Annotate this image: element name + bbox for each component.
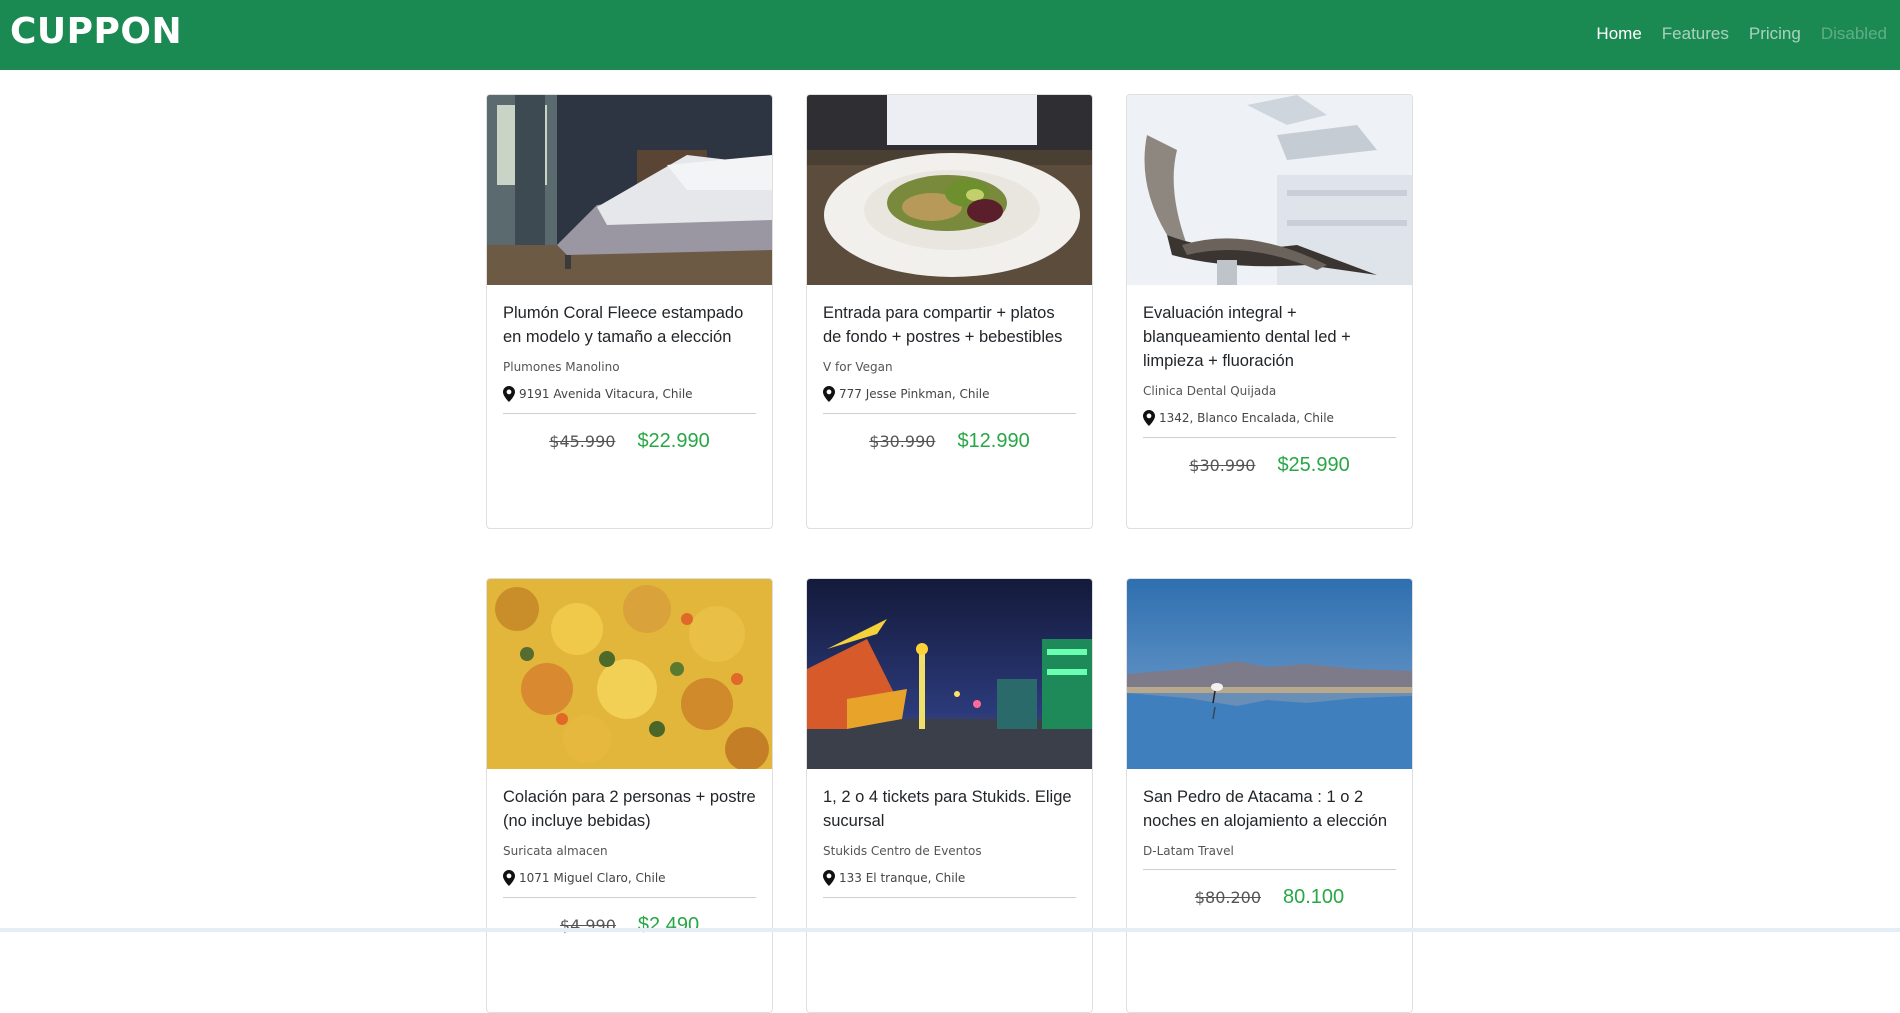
map-pin-icon bbox=[823, 870, 835, 886]
deal-location: 1071 Miguel Claro, Chile bbox=[503, 870, 756, 886]
price-row: $80.200 80.100 bbox=[1143, 886, 1396, 909]
deal-card[interactable]: Entrada para compartir + platos de fondo… bbox=[806, 94, 1093, 529]
nav-features[interactable]: Features bbox=[1662, 24, 1729, 44]
map-pin-icon bbox=[503, 870, 515, 886]
deal-location: 1342, Blanco Encalada, Chile bbox=[1143, 410, 1396, 426]
deal-title[interactable]: Colación para 2 personas + postre (no in… bbox=[503, 785, 756, 833]
deal-card[interactable]: Evaluación integral + blanqueamiento den… bbox=[1126, 94, 1413, 529]
location-text: 1071 Miguel Claro, Chile bbox=[519, 871, 666, 885]
divider bbox=[823, 897, 1076, 898]
merchant-name: D-Latam Travel bbox=[1143, 844, 1234, 858]
discount-price: $25.990 bbox=[1277, 454, 1350, 476]
deal-location: 9191 Avenida Vitacura, Chile bbox=[503, 386, 756, 402]
discount-price: $12.990 bbox=[957, 430, 1030, 452]
location-text: 1342, Blanco Encalada, Chile bbox=[1159, 411, 1334, 425]
bedroom-photo[interactable] bbox=[487, 95, 772, 285]
nav-home[interactable]: Home bbox=[1596, 24, 1641, 44]
navbar: CUPPON Home Features Pricing Disabled bbox=[0, 0, 1900, 70]
original-price: $30.990 bbox=[869, 432, 936, 451]
original-price: $30.990 bbox=[1189, 456, 1256, 475]
price-row: $30.990 $12.990 bbox=[823, 430, 1076, 453]
deal-card[interactable]: San Pedro de Atacama : 1 o 2 noches en a… bbox=[1126, 578, 1413, 1013]
original-price: $45.990 bbox=[549, 432, 616, 451]
discount-price: $22.990 bbox=[637, 430, 710, 452]
deal-title[interactable]: Entrada para compartir + platos de fondo… bbox=[823, 301, 1076, 349]
merchant-name: Suricata almacen bbox=[503, 844, 608, 858]
atacama-lake-photo[interactable] bbox=[1127, 579, 1412, 769]
deal-card[interactable]: 1, 2 o 4 tickets para Stukids. Elige suc… bbox=[806, 578, 1093, 1013]
merchant-name: Plumones Manolino bbox=[503, 360, 620, 374]
price-row: $30.990 $25.990 bbox=[1143, 454, 1396, 477]
map-pin-icon bbox=[823, 386, 835, 402]
food-stew-photo[interactable] bbox=[487, 579, 772, 769]
original-price: $80.200 bbox=[1194, 888, 1261, 907]
deal-location: 133 El tranque, Chile bbox=[823, 870, 1076, 886]
merchant-name: Clinica Dental Quijada bbox=[1143, 384, 1277, 398]
deal-title[interactable]: San Pedro de Atacama : 1 o 2 noches en a… bbox=[1143, 785, 1396, 833]
price-row: $45.990 $22.990 bbox=[503, 430, 756, 453]
divider bbox=[503, 413, 756, 414]
dental-chair-photo[interactable] bbox=[1127, 95, 1412, 285]
nav-disabled: Disabled bbox=[1820, 24, 1887, 43]
location-text: 133 El tranque, Chile bbox=[839, 871, 966, 885]
deal-location: 777 Jesse Pinkman, Chile bbox=[823, 386, 1076, 402]
deals-grid: Plumón Coral Fleece estampado en modelo … bbox=[486, 94, 1414, 1013]
amusement-park-photo[interactable] bbox=[807, 579, 1092, 769]
nav-pricing[interactable]: Pricing bbox=[1749, 24, 1801, 44]
location-text: 777 Jesse Pinkman, Chile bbox=[839, 387, 990, 401]
deal-card[interactable]: Plumón Coral Fleece estampado en modelo … bbox=[486, 94, 773, 529]
location-text: 9191 Avenida Vitacura, Chile bbox=[519, 387, 693, 401]
deal-card[interactable]: Colación para 2 personas + postre (no in… bbox=[486, 578, 773, 1013]
divider bbox=[503, 897, 756, 898]
map-pin-icon bbox=[1143, 410, 1155, 426]
original-price: $4.990 bbox=[559, 916, 616, 935]
merchant-name: Stukids Centro de Eventos bbox=[823, 844, 982, 858]
discount-price: 80.100 bbox=[1283, 886, 1345, 908]
vegan-plate-photo[interactable] bbox=[807, 95, 1092, 285]
deal-title[interactable]: Evaluación integral + blanqueamiento den… bbox=[1143, 301, 1396, 373]
deal-title[interactable]: Plumón Coral Fleece estampado en modelo … bbox=[503, 301, 756, 349]
discount-price: $2.490 bbox=[637, 914, 700, 936]
horizontal-scrollbar[interactable] bbox=[0, 928, 1900, 932]
price-row: $4.990 $2.490 bbox=[503, 914, 756, 937]
map-pin-icon bbox=[503, 386, 515, 402]
divider bbox=[823, 413, 1076, 414]
merchant-name: V for Vegan bbox=[823, 360, 893, 374]
divider bbox=[1143, 437, 1396, 438]
deal-title[interactable]: 1, 2 o 4 tickets para Stukids. Elige suc… bbox=[823, 785, 1076, 833]
divider bbox=[1143, 869, 1396, 870]
nav-links: Home Features Pricing Disabled bbox=[1576, 24, 1887, 44]
brand-logo[interactable]: CUPPON bbox=[10, 11, 182, 52]
